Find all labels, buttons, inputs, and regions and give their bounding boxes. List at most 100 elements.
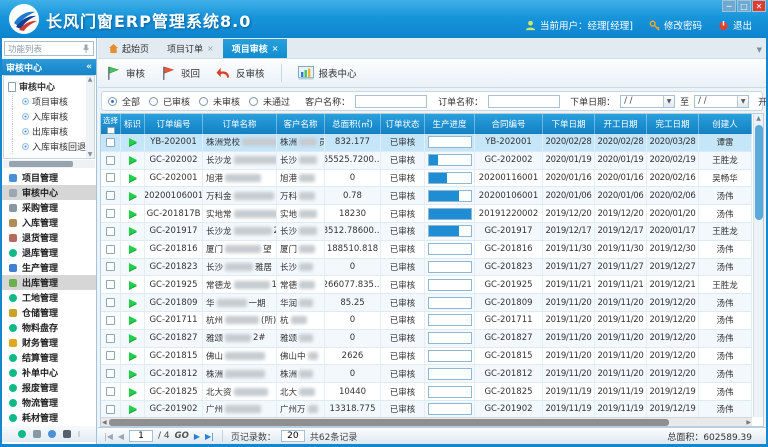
row-checkbox[interactable] (106, 369, 115, 378)
footer-pen-icon[interactable] (48, 430, 56, 438)
row-checkbox[interactable] (106, 334, 115, 343)
row-checkbox[interactable] (106, 351, 115, 360)
table-row[interactable]: GC-201823 长沙雅居 长沙 0 已审核 GC-201823 2019/1… (101, 259, 752, 277)
sidebar-item[interactable]: 仓储管理 (2, 305, 96, 320)
tree-vertical-scrollbar[interactable]: ▲▼ (86, 76, 94, 158)
first-page-button[interactable]: |◀ (104, 432, 113, 441)
row-checkbox[interactable] (106, 245, 115, 254)
sidebar-item[interactable]: 物料盘存 (2, 320, 96, 335)
scroll-up-icon[interactable]: ▲ (756, 114, 761, 124)
header-order-no[interactable]: 订单编号 (145, 114, 203, 134)
order-name-input[interactable] (488, 95, 560, 108)
header-order-date[interactable]: 下单日期 (543, 114, 595, 134)
header-progress[interactable]: 生产进度 (425, 114, 475, 134)
row-checkbox[interactable] (106, 316, 115, 325)
change-password-button[interactable]: 修改密码 (649, 18, 702, 32)
row-checkbox[interactable] (106, 209, 115, 218)
footer-dot-icon[interactable] (18, 430, 26, 438)
sidebar-item[interactable]: 结算管理 (2, 350, 96, 365)
last-page-button[interactable]: ▶| (205, 432, 214, 441)
unaudit-button[interactable]: 反审核 (216, 66, 265, 80)
tree-item[interactable]: 项目审核 (12, 94, 84, 109)
tab-close-icon[interactable]: × (207, 44, 214, 53)
table-row[interactable]: GC-201817B 实地常栋 实地 18230 已审核 20191220002… (101, 205, 752, 223)
radio-unaudited[interactable] (199, 97, 208, 106)
go-button[interactable]: GO (175, 431, 189, 441)
table-row[interactable]: 20200106001 万科金 万科 0.78 已审核 20200106001 … (101, 187, 752, 205)
table-row[interactable]: GC-201917 长沙龙2# 长沙 8512.78600… 已审核 GC-20… (101, 223, 752, 241)
sidebar-item[interactable]: 财务管理 (2, 335, 96, 350)
row-checkbox[interactable] (106, 387, 115, 396)
radio-all[interactable] (108, 97, 117, 106)
header-finish-date[interactable]: 完工日期 (647, 114, 699, 134)
header-order-name[interactable]: 订单名称 (203, 114, 277, 134)
header-status[interactable]: 订单状态 (381, 114, 425, 134)
sidebar-item[interactable]: 退货管理 (2, 230, 96, 245)
next-page-button[interactable]: ▶ (194, 432, 200, 441)
tab-overflow-icon[interactable]: ▼ (757, 46, 762, 54)
row-checkbox[interactable] (106, 173, 115, 182)
sidebar-item[interactable]: 入库管理 (2, 215, 96, 230)
reject-button[interactable]: 驳回 (161, 66, 200, 81)
scroll-right-icon[interactable]: ▶ (746, 418, 751, 427)
page-number-input[interactable] (129, 430, 153, 442)
header-flag[interactable]: 标识 (121, 114, 145, 134)
function-list-box[interactable]: 功能列表 (4, 41, 94, 56)
row-checkbox[interactable] (106, 280, 115, 289)
sidebar-item[interactable]: 审核中心 (2, 185, 96, 200)
table-row[interactable]: GC-201809 华一期 华润 85.25 已审核 GC-201809 201… (101, 294, 752, 312)
sidebar-panel-header[interactable]: 审核中心 « (2, 59, 96, 75)
row-checkbox[interactable] (106, 191, 115, 200)
sidebar-item[interactable]: 项目管理 (2, 170, 96, 185)
row-checkbox[interactable] (106, 138, 115, 147)
row-checkbox[interactable] (106, 227, 115, 236)
sidebar-item[interactable]: 退库管理 (2, 245, 96, 260)
order-date-to-picker[interactable]: / /▼ (694, 95, 749, 108)
table-row[interactable]: GC-201812 株洲 株洲 0 已审核 GC-201812 2019/11/… (101, 365, 752, 383)
collapse-icon[interactable]: « (86, 62, 92, 72)
scroll-thumb[interactable] (109, 419, 669, 426)
footer-box-icon[interactable] (63, 430, 71, 438)
header-creator[interactable]: 创建人 (699, 114, 752, 134)
tab-close-icon[interactable]: × (272, 44, 279, 53)
radio-audited[interactable] (149, 97, 158, 106)
row-checkbox[interactable] (106, 262, 115, 271)
table-row[interactable]: GC-202002 长沙龙 长沙 65525.7200… 已审核 GC-2020… (101, 152, 752, 170)
table-row[interactable]: GC-201711 杭州(所) 杭 0 已审核 GC-201711 2019/1… (101, 312, 752, 330)
tree-horizontal-scrollbar[interactable] (3, 160, 95, 168)
order-date-from-picker[interactable]: / /▼ (620, 95, 675, 108)
table-row[interactable]: GC-201815 佛山 佛山中 2626 已审核 GC-201815 2019… (101, 348, 752, 366)
sidebar-item[interactable]: 耗材管理 (2, 410, 96, 425)
tree-item[interactable]: 入库审核回退 (12, 139, 84, 154)
row-checkbox[interactable] (106, 156, 115, 165)
footer-cart-icon[interactable] (33, 430, 41, 438)
header-contract-no[interactable]: 合同编号 (475, 114, 543, 134)
sidebar-item[interactable]: 采购管理 (2, 200, 96, 215)
tab-project-audit[interactable]: 项目审核 × (223, 39, 288, 58)
row-checkbox[interactable] (106, 405, 115, 414)
logout-button[interactable]: 退出 (718, 18, 752, 32)
select-all-checkbox[interactable] (107, 127, 115, 134)
table-row[interactable]: GC-201827 雅颂2# 雅颂 0 已审核 GC-201827 2019/1… (101, 330, 752, 348)
audit-button[interactable]: 审核 (106, 66, 145, 81)
footer-more-icon[interactable]: ⁝ (78, 430, 81, 439)
sidebar-item[interactable]: 报废管理 (2, 380, 96, 395)
page-size-input[interactable] (281, 430, 305, 442)
radio-rejected[interactable] (249, 97, 258, 106)
table-row[interactable]: YB-202001 株洲党校 株洲员… 832.177 已审核 YB-20200… (101, 134, 752, 152)
row-checkbox[interactable] (106, 298, 115, 307)
report-center-button[interactable]: 报表中心 (298, 66, 357, 80)
table-row[interactable]: GC-202001 旭港 旭港 0 已审核 20200116001 2020/0… (101, 170, 752, 188)
scroll-left-icon[interactable]: ◀ (102, 418, 107, 427)
tree-item[interactable]: 出库审核 (12, 124, 84, 139)
sidebar-item[interactable]: 生产管理 (2, 260, 96, 275)
customer-name-input[interactable] (355, 95, 427, 108)
table-vertical-scrollbar[interactable]: ▲ (753, 114, 763, 417)
pin-icon[interactable] (82, 44, 90, 53)
table-row[interactable]: GC-201825 北大资 北大 10440 已审核 GC-201825 201… (101, 383, 752, 401)
maximize-button[interactable]: □ (737, 0, 751, 12)
tab-home[interactable]: 起始页 (100, 39, 158, 58)
tab-project-orders[interactable]: 项目订单 × (158, 39, 223, 58)
header-start-date[interactable]: 开工日期 (595, 114, 647, 134)
tree-item[interactable]: 入库审核 (12, 109, 84, 124)
